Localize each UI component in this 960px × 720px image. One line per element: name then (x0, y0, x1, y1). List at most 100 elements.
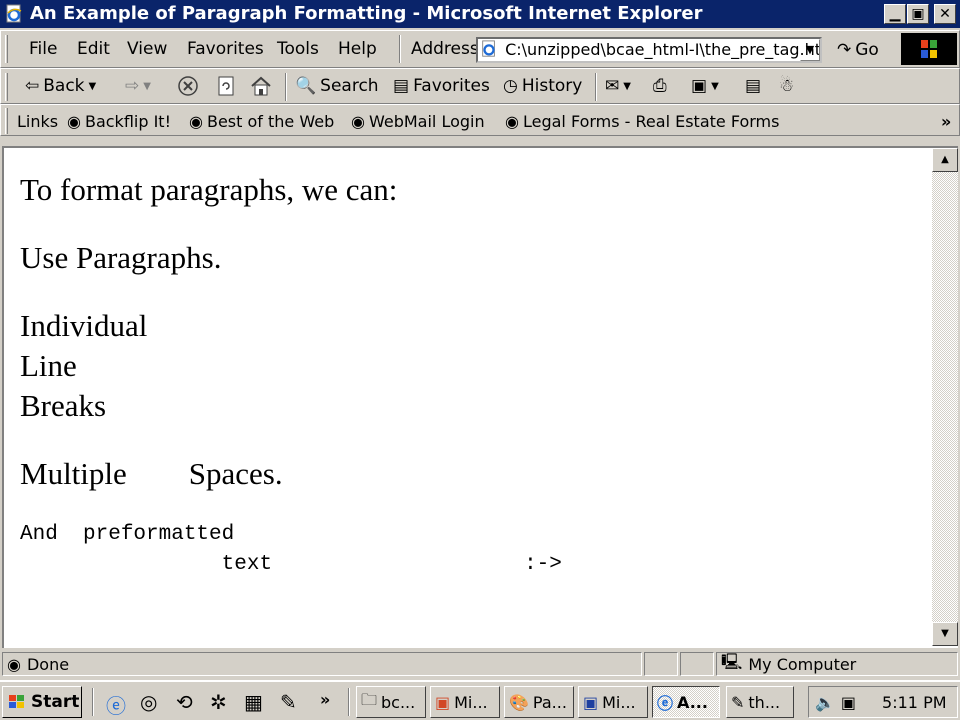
window-title: An Example of Paragraph Formatting - Mic… (30, 3, 703, 24)
favorites-button[interactable]: ▤ Favorites (393, 73, 490, 99)
menu-address-bar: File Edit View Favorites Tools Help Addr… (0, 30, 960, 68)
channels-quick-launch-icon[interactable]: ⟲ (176, 690, 193, 714)
status-pane-empty (680, 652, 714, 676)
history-icon: ◷ (503, 76, 518, 96)
status-bar: ◉ Done 🖳 My Computer (0, 650, 960, 678)
task-label: Mi... (602, 692, 636, 712)
messenger-button[interactable]: ☃ (779, 73, 794, 99)
scroll-up-button[interactable]: ▲ (932, 148, 958, 172)
discuss-button[interactable]: ▤ (745, 73, 761, 99)
ie-quick-launch-icon[interactable]: ⓔ (106, 690, 126, 719)
task-label: Mi... (454, 692, 488, 712)
links-overflow-chevron[interactable]: » (941, 109, 951, 133)
chevron-down-icon: ▼ (143, 80, 151, 92)
home-icon (251, 76, 271, 96)
separator (92, 688, 94, 716)
history-button[interactable]: ◷ History (503, 73, 582, 99)
menu-file[interactable]: File (29, 39, 57, 59)
tool-quick-launch-icon[interactable]: ✲ (210, 690, 227, 714)
ie-page-icon (4, 4, 24, 29)
paint-palette-icon: 🎨 (509, 692, 529, 712)
menu-view[interactable]: View (127, 39, 167, 59)
outlook-quick-launch-icon[interactable]: ◎ (140, 690, 157, 714)
menu-tools[interactable]: Tools (277, 39, 319, 59)
standard-buttons-toolbar: ⇦ Back ▼ ⇨ ▼ 🔍 Search ▤ Favorites ◷ Hist… (0, 68, 960, 104)
close-icon: ✕ (939, 6, 951, 22)
stop-button[interactable] (177, 73, 199, 99)
page-viewport[interactable]: To format paragraphs, we can: Use Paragr… (2, 146, 958, 648)
task-button-ms-app[interactable]: ▣ Mi... (578, 686, 648, 718)
task-button-folder[interactable]: 🗀 bc... (356, 686, 426, 718)
paragraph-use-paragraphs: Use Paragraphs. (20, 240, 222, 275)
chevron-down-icon: ▼ (805, 43, 815, 56)
link-backflip[interactable]: ◉ Backflip It! (67, 109, 171, 133)
mail-button[interactable]: ✉ ▼ (605, 73, 631, 99)
quick-launch-overflow[interactable]: » (320, 690, 330, 709)
restore-icon: ▣ (911, 6, 925, 22)
tray-app-icon[interactable]: ▣ (841, 693, 856, 712)
discuss-icon: ▤ (745, 76, 762, 96)
back-button[interactable]: ⇦ Back ▼ (25, 73, 96, 99)
ie-page-icon: ◉ (351, 111, 365, 131)
separator (595, 73, 597, 101)
home-button[interactable] (249, 73, 273, 99)
preformatted-text: And preformatted text :-> (20, 523, 562, 576)
links-label: Links (17, 111, 59, 131)
zone-text: My Computer (748, 654, 857, 674)
task-button-notepad[interactable]: ✎ th... (726, 686, 794, 718)
app-window-icon: ▣ (583, 692, 599, 712)
address-input[interactable]: C:\unzipped\bcae_html-I\the_pre_tag.ht (476, 37, 822, 63)
link-best-of-the-web[interactable]: ◉ Best of the Web (189, 109, 334, 133)
paragraph-multiple-spaces: Multiple Spaces. (20, 456, 283, 491)
task-button-powerpoint[interactable]: ▣ Mi... (430, 686, 500, 718)
vertical-scrollbar[interactable]: ▲ ▼ (932, 148, 958, 646)
go-button[interactable]: ↷ Go (837, 37, 879, 63)
chevron-down-icon: ▼ (623, 80, 631, 92)
start-button[interactable]: Start (2, 686, 82, 718)
menu-help[interactable]: Help (338, 39, 377, 59)
toolbar-grip[interactable] (5, 35, 8, 63)
print-button[interactable]: ⎙ (653, 73, 667, 99)
volume-icon[interactable]: 🔈 (815, 693, 835, 712)
search-icon: 🔍 (295, 76, 317, 96)
notepad-icon: ✎ (731, 692, 745, 712)
close-button[interactable]: ✕ (934, 4, 956, 24)
ie-page-icon: ◉ (505, 111, 519, 131)
favorites-label: Favorites (413, 76, 490, 96)
printer-icon: ⎙ (653, 76, 667, 96)
clock[interactable]: 5:11 PM (882, 693, 946, 712)
link-webmail-login[interactable]: ◉ WebMail Login (351, 109, 485, 133)
address-value: C:\unzipped\bcae_html-I\the_pre_tag.ht (505, 40, 822, 59)
forward-button[interactable]: ⇨ ▼ (125, 73, 151, 99)
ie-page-icon: ◉ (7, 654, 21, 674)
windows-flag-icon (9, 695, 24, 708)
folder-icon: 🗀 (361, 689, 378, 709)
edit-button[interactable]: ▣ ▼ (691, 73, 719, 99)
status-text-pane: ◉ Done (2, 652, 642, 676)
toolbar-grip[interactable] (5, 73, 8, 101)
minimize-button[interactable]: ▁ (884, 4, 906, 24)
maximize-button[interactable]: ▣ (907, 4, 929, 24)
line-individual: Individual (20, 308, 148, 343)
line-line: Line (20, 348, 77, 383)
ie-page-icon: ⓔ (657, 694, 674, 713)
address-dropdown-button[interactable]: ▼ (800, 39, 820, 61)
paragraph-intro: To format paragraphs, we can: (20, 172, 398, 207)
title-bar[interactable]: An Example of Paragraph Formatting - Mic… (0, 0, 960, 28)
search-button[interactable]: 🔍 Search (295, 73, 379, 99)
link-label: Best of the Web (206, 111, 335, 131)
menu-favorites[interactable]: Favorites (187, 39, 264, 59)
notepad-quick-launch-icon[interactable]: ✎ (280, 690, 297, 714)
task-label: th... (748, 692, 781, 712)
menu-edit[interactable]: Edit (77, 39, 110, 59)
link-legal-forms[interactable]: ◉ Legal Forms - Real Estate Forms (505, 109, 779, 133)
powerpoint-icon: ▣ (435, 692, 451, 712)
refresh-button[interactable] (215, 73, 237, 99)
calculator-quick-launch-icon[interactable]: ▦ (244, 690, 263, 714)
status-zone-pane: 🖳 My Computer (716, 652, 958, 676)
task-button-internet-explorer[interactable]: ⓔ A... (652, 686, 720, 718)
toolbar-grip[interactable] (5, 108, 8, 134)
task-button-paint[interactable]: 🎨 Pa... (504, 686, 574, 718)
separator (285, 73, 287, 101)
scroll-down-button[interactable]: ▼ (932, 622, 958, 646)
